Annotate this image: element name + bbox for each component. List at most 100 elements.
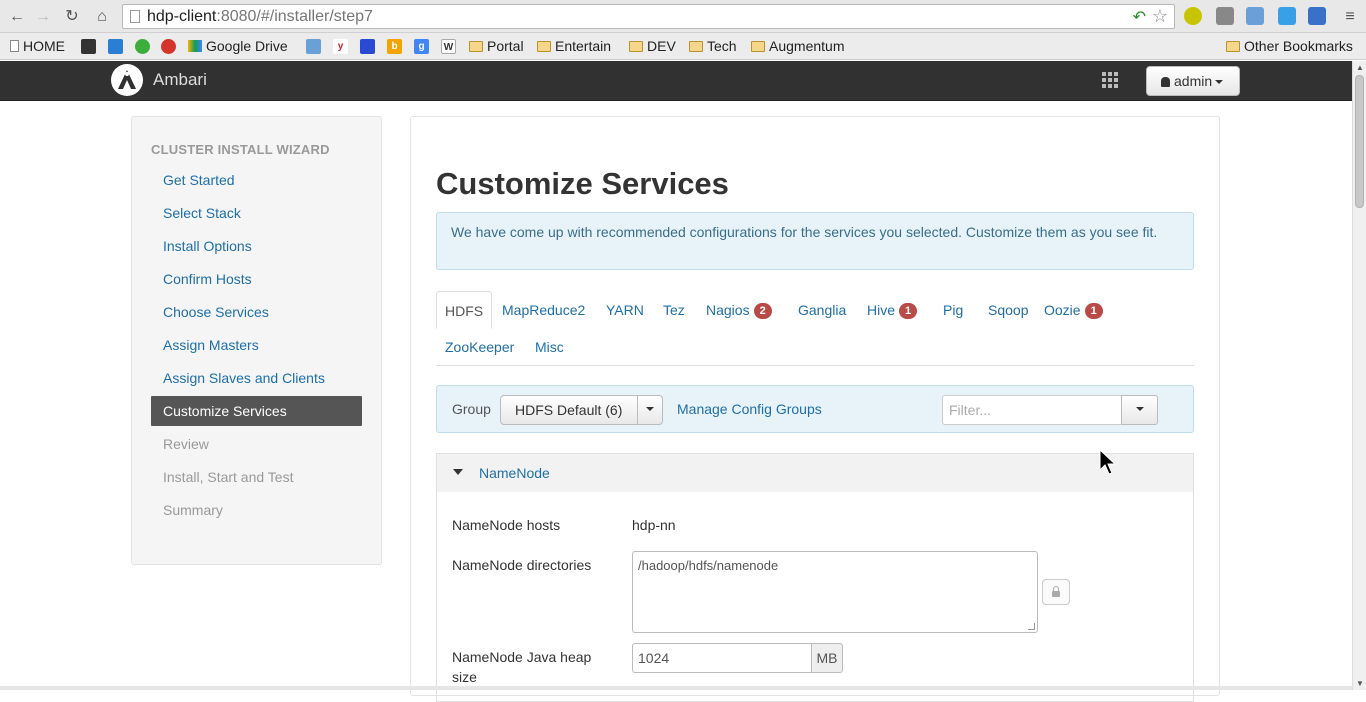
tab-hive[interactable]: Hive 1 — [867, 291, 918, 329]
bookmark-star-icon[interactable]: ☆ — [1152, 6, 1168, 27]
bookmark-folder-portal[interactable]: Portal — [469, 37, 524, 55]
wizard-sidebar: CLUSTER INSTALL WIZARD Get Started Selec… — [131, 116, 382, 565]
step-install-start-test: Install, Start and Test — [163, 469, 294, 485]
tab-nagios[interactable]: Nagios 2 — [706, 291, 772, 329]
collapse-triangle-icon[interactable] — [453, 469, 463, 475]
config-label-namenode-hosts: NameNode hosts — [452, 517, 561, 533]
bookmark-icon[interactable]: b — [387, 39, 402, 54]
extension-icon[interactable] — [1184, 7, 1202, 25]
chevron-down-icon — [646, 407, 654, 411]
tab-yarn[interactable]: YARN — [606, 291, 644, 329]
horizontal-scrollbar[interactable] — [0, 686, 1352, 690]
tab-sqoop[interactable]: Sqoop — [988, 291, 1028, 329]
bookmark-folder-tech[interactable]: Tech — [689, 37, 737, 55]
address-bar[interactable]: hdp-client:8080/#/installer/step7 ↶ ☆ — [122, 4, 1175, 29]
bookmark-google-drive[interactable]: Google Drive — [188, 37, 288, 55]
chevron-down-icon — [1135, 407, 1144, 411]
user-icon — [1161, 77, 1170, 87]
browser-toolbar: ← → ↻ ⌂ hdp-client:8080/#/installer/step… — [0, 0, 1366, 33]
manage-config-groups-link[interactable]: Manage Config Groups — [677, 401, 822, 417]
user-menu-button[interactable]: admin — [1146, 66, 1240, 96]
vertical-scrollbar[interactable]: ▲ ▼ — [1352, 61, 1366, 690]
config-group-select[interactable]: HDFS Default (6) — [500, 395, 638, 425]
bookmark-icon[interactable]: y — [333, 39, 348, 54]
bookmark-folder-augmentum[interactable]: Augmentum — [751, 37, 844, 55]
app-header: Ambari admin — [0, 61, 1352, 101]
step-select-stack[interactable]: Select Stack — [151, 198, 362, 228]
step-summary: Summary — [163, 502, 223, 518]
step-choose-services[interactable]: Choose Services — [151, 297, 362, 327]
step-review: Review — [163, 436, 209, 452]
reload-icon[interactable]: ↻ — [62, 7, 82, 27]
namenode-dirs-textarea[interactable]: /hadoop/hdfs/namenode — [632, 551, 1038, 633]
tab-tez[interactable]: Tez — [663, 291, 685, 329]
extension-icon[interactable] — [1308, 7, 1326, 25]
alert-count-badge: 1 — [899, 303, 918, 319]
bookmark-icon[interactable] — [81, 39, 96, 54]
service-tabs: HDFS MapReduce2 YARN Tez Nagios 2 Ganglia… — [436, 291, 1194, 366]
step-confirm-hosts[interactable]: Confirm Hosts — [151, 264, 362, 294]
scroll-up-icon[interactable]: ▲ — [1356, 63, 1364, 72]
config-group-dropdown-toggle[interactable] — [637, 395, 663, 425]
resize-handle[interactable] — [1028, 623, 1035, 630]
tab-oozie[interactable]: Oozie 1 — [1044, 291, 1103, 329]
bookmark-icon[interactable] — [306, 39, 321, 54]
group-label: Group — [452, 401, 491, 417]
sidebar-title: CLUSTER INSTALL WIZARD — [151, 142, 330, 157]
config-value-namenode-hosts: hdp-nn — [632, 517, 676, 533]
step-install-options[interactable]: Install Options — [151, 231, 362, 261]
bookmark-icon[interactable]: W — [441, 39, 456, 54]
bookmark-icon[interactable] — [360, 39, 375, 54]
ambari-logo[interactable] — [111, 64, 143, 96]
extension-icon[interactable] — [1246, 7, 1264, 25]
step-assign-slaves[interactable]: Assign Slaves and Clients — [151, 363, 362, 393]
heap-size-input[interactable]: 1024 — [632, 643, 812, 673]
brand-name[interactable]: Ambari — [153, 70, 207, 90]
bookmark-folder-dev[interactable]: DEV — [629, 37, 676, 55]
config-group-bar: Group HDFS Default (6) Manage Config Gro… — [436, 385, 1194, 433]
bookmark-icon[interactable] — [161, 39, 176, 54]
other-bookmarks[interactable]: Other Bookmarks — [1226, 37, 1353, 55]
step-assign-masters[interactable]: Assign Masters — [151, 330, 362, 360]
tab-ganglia[interactable]: Ganglia — [798, 291, 846, 329]
step-customize-services[interactable]: Customize Services — [151, 396, 362, 426]
tab-mapreduce2[interactable]: MapReduce2 — [502, 291, 585, 329]
home-icon[interactable]: ⌂ — [92, 7, 112, 27]
filter-dropdown-toggle[interactable] — [1121, 395, 1158, 425]
forward-icon[interactable]: → — [33, 7, 53, 27]
bookmark-icon[interactable]: g — [414, 39, 429, 54]
main-panel: Customize Services We have come up with … — [410, 116, 1220, 702]
extension-icon[interactable] — [1216, 7, 1234, 25]
bookmarks-bar: HOME Google Drive y b g W Portal Enterta… — [0, 33, 1366, 60]
section-title[interactable]: NameNode — [479, 465, 550, 481]
namenode-section-header[interactable]: NameNode — [436, 453, 1194, 492]
tab-misc[interactable]: Misc — [535, 328, 564, 366]
heap-size-unit: MB — [811, 643, 843, 673]
filter-input[interactable]: Filter... — [942, 395, 1122, 425]
config-label-namenode-dirs: NameNode directories — [452, 557, 592, 573]
views-grid-icon[interactable] — [1101, 71, 1121, 91]
page-icon — [130, 10, 140, 23]
scroll-down-icon[interactable]: ▼ — [1356, 679, 1364, 688]
extension-icon[interactable] — [1278, 7, 1296, 25]
lock-icon[interactable] — [1042, 579, 1070, 605]
config-label-heap-size: NameNode Java heap size — [452, 649, 592, 685]
alert-count-badge: 2 — [753, 303, 772, 319]
bookmark-home[interactable]: HOME — [10, 37, 65, 55]
chevron-down-icon — [1215, 80, 1224, 84]
alert-count-badge: 1 — [1084, 303, 1103, 319]
bookmark-folder-entertain[interactable]: Entertain — [537, 37, 611, 55]
tab-hdfs[interactable]: HDFS — [436, 291, 493, 329]
bookmark-icon[interactable] — [108, 39, 123, 54]
menu-icon[interactable]: ≡ — [1340, 7, 1360, 27]
step-get-started[interactable]: Get Started — [151, 165, 362, 195]
page-title: Customize Services — [436, 166, 729, 201]
tab-zookeeper[interactable]: ZooKeeper — [445, 328, 514, 366]
back-icon[interactable]: ← — [7, 7, 27, 27]
bookmark-icon[interactable] — [135, 39, 150, 54]
tab-pig[interactable]: Pig — [943, 291, 963, 329]
undo-icon[interactable]: ↶ — [1133, 7, 1146, 27]
scroll-thumb[interactable] — [1355, 75, 1364, 208]
mouse-cursor-icon — [1099, 449, 1117, 475]
url-text: hdp-client:8080/#/installer/step7 — [147, 8, 373, 25]
